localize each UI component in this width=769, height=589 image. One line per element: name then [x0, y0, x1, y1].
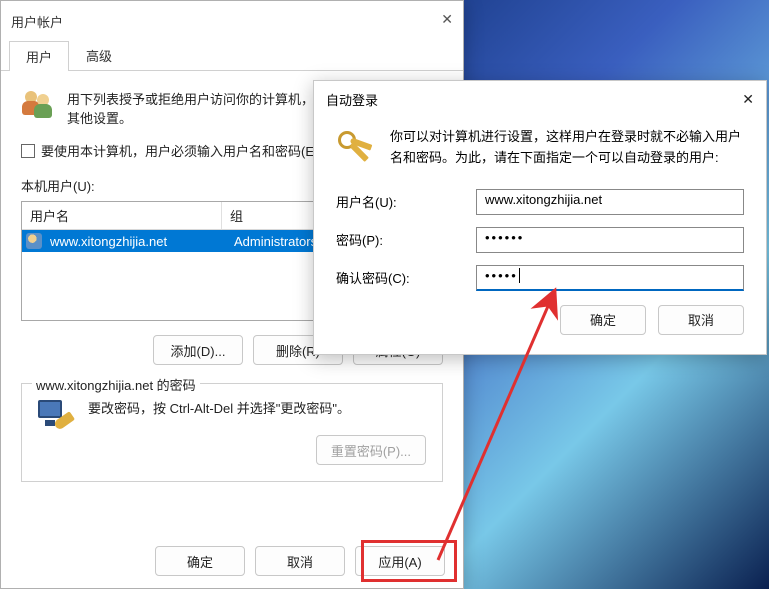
- tab-users[interactable]: 用户: [9, 41, 69, 71]
- cell-username: www.xitongzhijia.net: [42, 232, 226, 251]
- ok-button[interactable]: 确定: [155, 546, 245, 576]
- confirm-label: 确认密码(C):: [336, 268, 476, 287]
- password-fieldset: www.xitongzhijia.net 的密码 要改密码，按 Ctrl-Alt…: [21, 383, 443, 482]
- tab-strip: 用户 高级: [1, 41, 463, 71]
- titlebar: 用户帐户 ✕: [1, 1, 463, 41]
- confirm-input[interactable]: •••••: [476, 265, 744, 291]
- cancel-button[interactable]: 取消: [255, 546, 345, 576]
- reset-password-button[interactable]: 重置密码(P)...: [316, 435, 426, 465]
- dialog-title: 自动登录: [326, 90, 378, 109]
- auto-intro: 你可以对计算机进行设置，这样用户在登录时就不必输入用户名和密码。为此，请在下面指…: [336, 127, 744, 169]
- tab-advanced[interactable]: 高级: [69, 40, 129, 70]
- checkbox-icon[interactable]: [21, 144, 35, 158]
- confirm-row: 确认密码(C): •••••: [336, 265, 744, 291]
- apply-button[interactable]: 应用(A): [355, 546, 445, 576]
- password-row: 密码(P): ••••••: [336, 227, 744, 253]
- auto-login-body: 你可以对计算机进行设置，这样用户在登录时就不必输入用户名和密码。为此，请在下面指…: [314, 117, 766, 335]
- cancel-button[interactable]: 取消: [658, 305, 744, 335]
- password-legend: www.xitongzhijia.net 的密码: [32, 375, 200, 394]
- close-icon[interactable]: ✕: [441, 11, 453, 28]
- password-input[interactable]: ••••••: [476, 227, 744, 253]
- user-icon: [26, 233, 42, 249]
- auto-intro-text: 你可以对计算机进行设置，这样用户在登录时就不必输入用户名和密码。为此，请在下面指…: [390, 127, 744, 169]
- titlebar: 自动登录 ✕: [314, 81, 766, 117]
- password-hint: 要改密码，按 Ctrl-Alt-Del 并选择"更改密码"。: [88, 398, 426, 417]
- col-username[interactable]: 用户名: [22, 202, 222, 229]
- close-icon[interactable]: ✕: [742, 91, 754, 108]
- users-icon: [21, 89, 55, 123]
- require-password-label: 要使用本计算机，用户必须输入用户名和密码(E): [41, 141, 318, 160]
- username-label: 用户名(U):: [336, 192, 476, 211]
- window-title: 用户帐户: [11, 12, 63, 31]
- add-button[interactable]: 添加(D)...: [153, 335, 243, 365]
- keys-icon: [336, 127, 376, 167]
- username-row: 用户名(U): www.xitongzhijia.net: [336, 189, 744, 215]
- ok-button[interactable]: 确定: [560, 305, 646, 335]
- username-input[interactable]: www.xitongzhijia.net: [476, 189, 744, 215]
- password-label: 密码(P):: [336, 230, 476, 249]
- key-monitor-icon: [38, 398, 74, 434]
- auto-dialog-buttons: 确定 取消: [336, 305, 744, 335]
- dialog-buttons: 确定 取消 应用(A): [155, 546, 445, 576]
- auto-login-dialog: 自动登录 ✕ 你可以对计算机进行设置，这样用户在登录时就不必输入用户名和密码。为…: [313, 80, 767, 355]
- text-cursor: [519, 268, 520, 283]
